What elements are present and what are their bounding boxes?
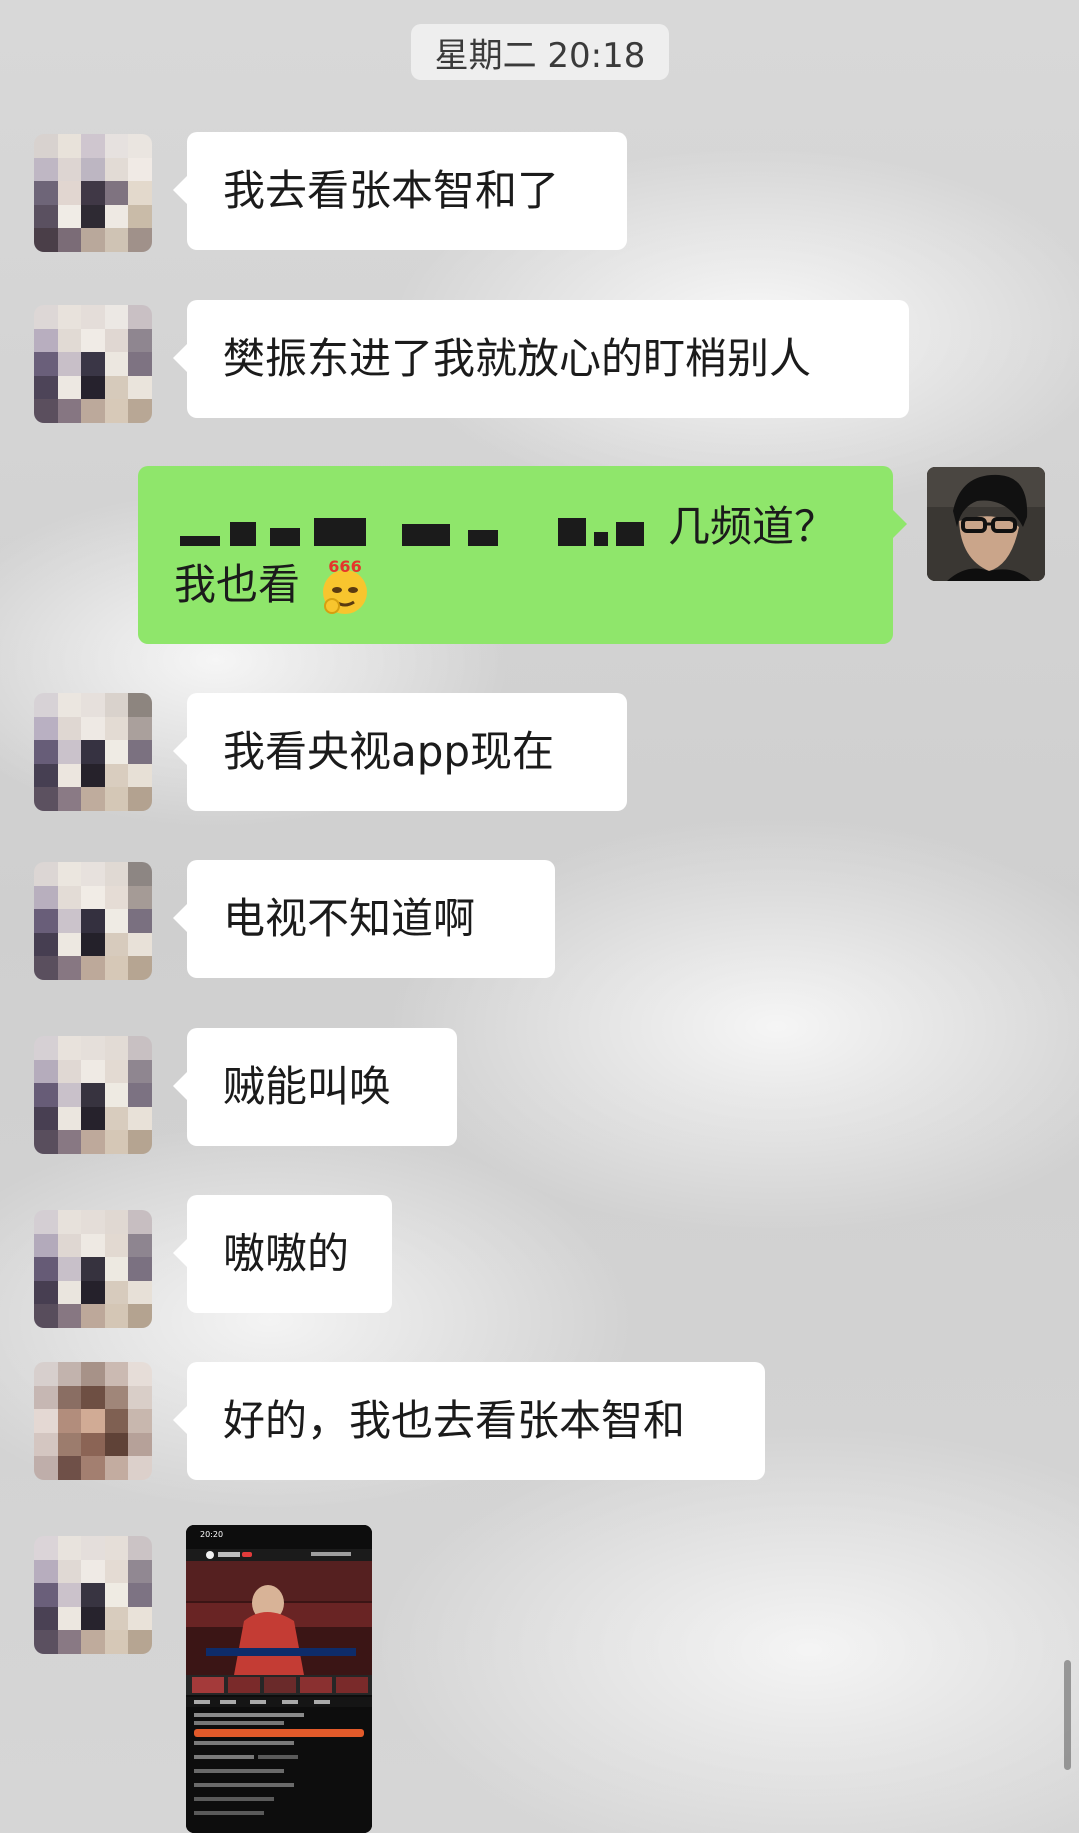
message-text: 嗷嗷的 xyxy=(223,1229,350,1278)
contact-avatar[interactable] xyxy=(34,862,152,980)
preview-status-time: 20:20 xyxy=(200,1530,223,1539)
contact-avatar[interactable] xyxy=(34,1036,152,1154)
redaction-mark xyxy=(402,524,450,546)
my-avatar[interactable] xyxy=(927,467,1045,581)
screenshot-image-message[interactable]: 20:20 xyxy=(186,1525,372,1833)
message-bubble[interactable]: 嗷嗷的 xyxy=(173,1195,392,1313)
message-text: 好的，我也去看张本智和 xyxy=(223,1396,686,1445)
contact-avatar[interactable] xyxy=(34,134,152,252)
redaction-mark xyxy=(270,528,300,546)
contact-avatar[interactable] xyxy=(34,1362,152,1480)
message-timestamp: 星期二 20:18 xyxy=(411,24,669,80)
my-message-line2: 我也看 xyxy=(174,560,301,609)
my-message-line1: 几频道？ xyxy=(668,502,837,551)
message-text: 电视不知道啊 xyxy=(223,894,476,943)
redaction-mark xyxy=(468,530,498,546)
message-bubble[interactable]: 好的，我也去看张本智和 xyxy=(173,1362,765,1480)
contact-avatar[interactable] xyxy=(34,1210,152,1328)
message-bubble[interactable]: 我去看张本智和了 xyxy=(173,132,627,250)
message-text: 樊振东进了我就放心的盯梢别人 xyxy=(223,334,812,383)
redaction-mark xyxy=(230,522,256,546)
redaction-mark xyxy=(558,518,586,546)
message-text: 我去看张本智和了 xyxy=(223,166,560,215)
emoji-666-icon: 666 xyxy=(314,556,376,618)
redaction-mark xyxy=(180,536,220,546)
message-bubble[interactable]: 我看央视app现在 xyxy=(173,693,627,811)
contact-avatar[interactable] xyxy=(34,693,152,811)
message-bubble[interactable]: 电视不知道啊 xyxy=(173,860,555,978)
message-bubble[interactable]: 樊振东进了我就放心的盯梢别人 xyxy=(173,300,909,418)
message-text: 我看央视app现在 xyxy=(223,727,555,776)
message-bubble[interactable]: 贼能叫唤 xyxy=(173,1028,457,1146)
redaction-mark xyxy=(314,518,366,546)
contact-avatar[interactable] xyxy=(34,305,152,423)
contact-avatar[interactable] xyxy=(34,1536,152,1654)
message-text: 贼能叫唤 xyxy=(223,1062,392,1111)
scrollbar-thumb[interactable] xyxy=(1064,1660,1071,1770)
redaction-mark xyxy=(594,532,608,546)
my-message-bubble[interactable]: 几频道？ 我也看 666 xyxy=(138,466,907,644)
emoji-666-label: 666 xyxy=(328,557,361,576)
redaction-mark xyxy=(616,522,644,546)
